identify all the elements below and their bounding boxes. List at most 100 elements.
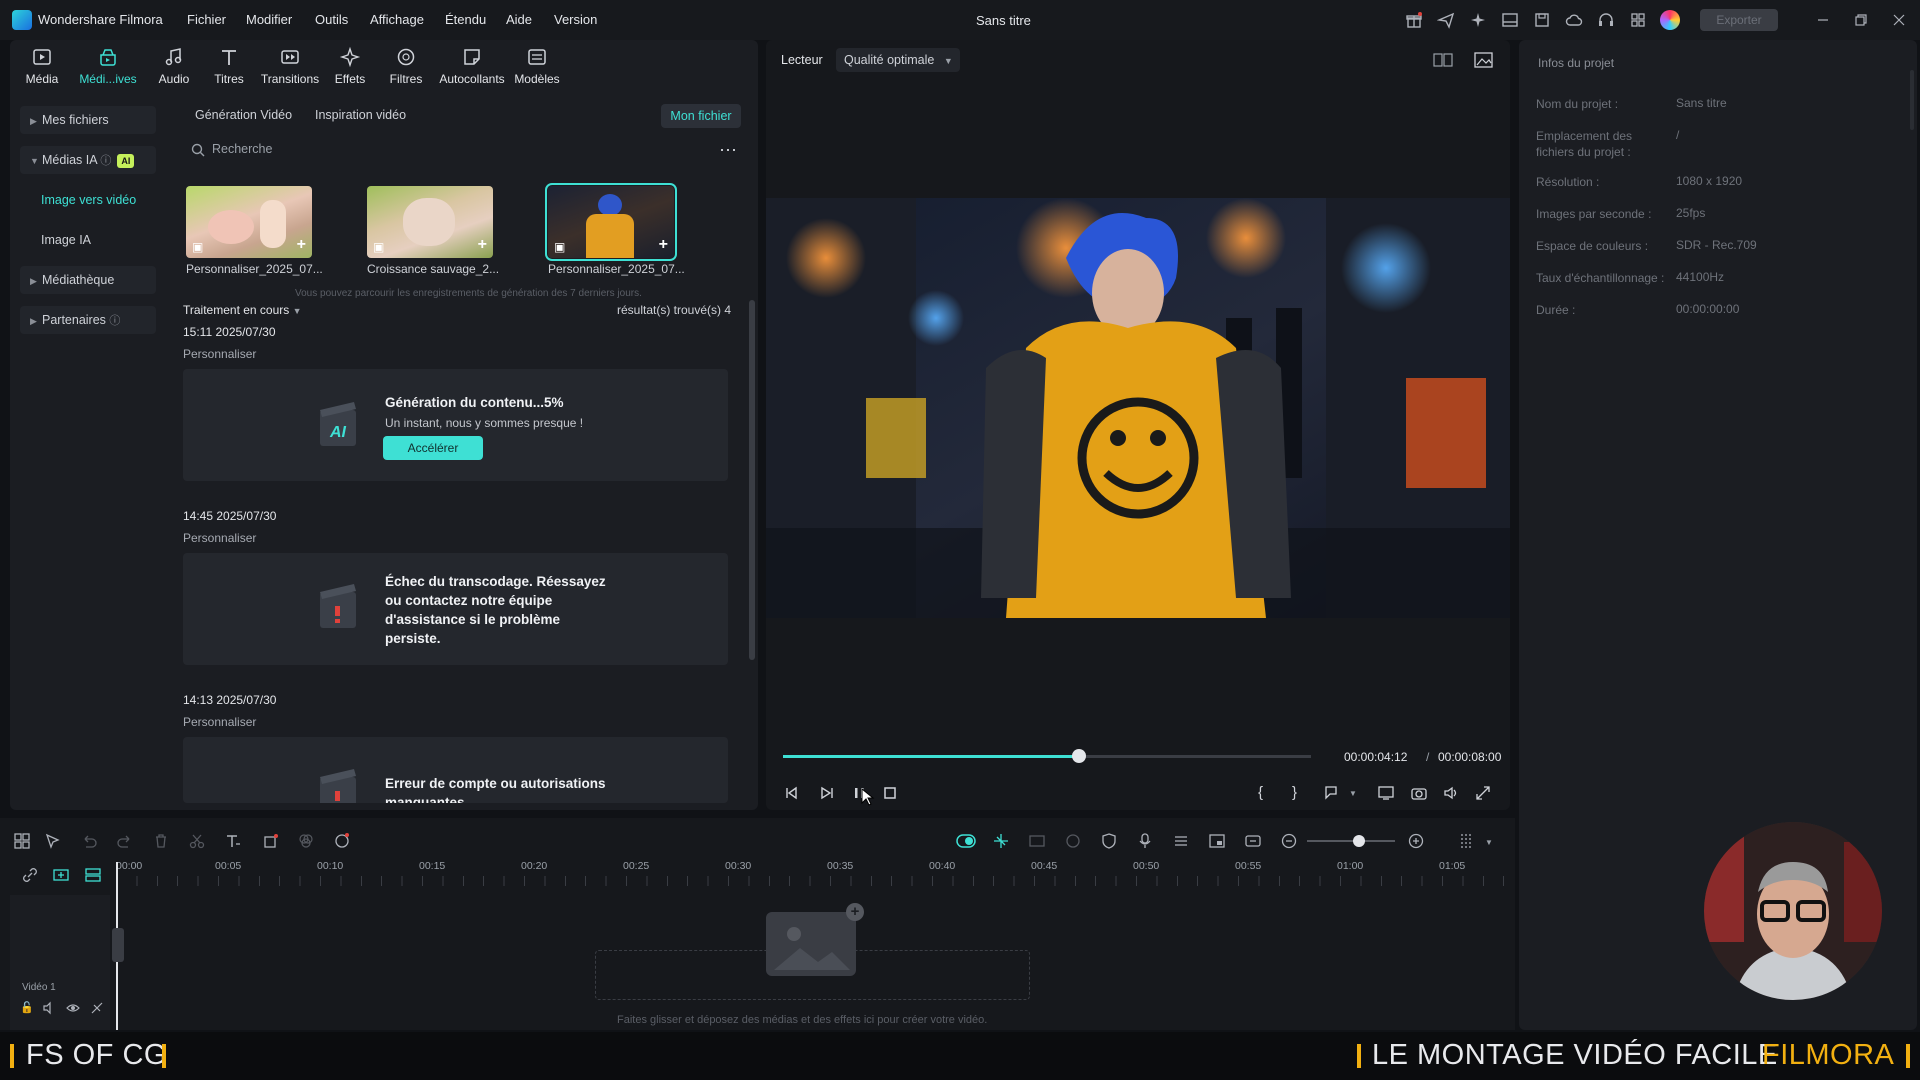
tab-audio[interactable]: Audio [144, 46, 204, 86]
stabilize-icon[interactable] [1064, 832, 1082, 850]
sidebar-item-medias-ia[interactable]: ▼ Médias IA ⓘ AI [20, 146, 156, 174]
chevron-down-icon[interactable]: ▼ [1349, 789, 1357, 798]
menu-fichier[interactable]: Fichier [187, 12, 226, 27]
snapshot-icon[interactable] [1410, 784, 1428, 802]
tab-inspiration-video[interactable]: Inspiration vidéo [315, 108, 406, 122]
fit-icon[interactable] [1244, 832, 1262, 850]
mark-in-icon[interactable]: { [1258, 784, 1276, 802]
tab-generation-video[interactable]: Génération Vidéo [195, 108, 292, 122]
grid-view-icon[interactable] [1433, 51, 1453, 69]
tab-filters[interactable]: Filtres [376, 46, 436, 86]
thumbnail-personnaliser-2[interactable]: ▣ + [545, 183, 677, 261]
shield-icon[interactable] [1100, 832, 1118, 850]
menu-version[interactable]: Version [554, 12, 597, 27]
save-icon[interactable] [1533, 11, 1551, 29]
mute-icon[interactable] [42, 1001, 56, 1015]
tab-effects[interactable]: Effets [320, 46, 380, 86]
avatar[interactable] [1660, 10, 1680, 30]
more-options-icon[interactable]: ⋯ [719, 140, 738, 161]
restore-icon[interactable] [1852, 11, 1870, 29]
tab-ai-media[interactable]: Médi...ives [78, 46, 138, 86]
thumbnail-croissance-sauvage[interactable]: ▣ + [367, 186, 493, 258]
previous-frame-icon[interactable] [783, 784, 801, 802]
send-icon[interactable] [1437, 11, 1455, 29]
cloud-icon[interactable] [1565, 11, 1583, 29]
volume-icon[interactable] [1442, 784, 1460, 802]
thumbnail-personnaliser-1[interactable]: ▣ + [186, 186, 312, 258]
redo-icon[interactable] [116, 832, 134, 850]
auto-highlight-icon[interactable] [956, 832, 976, 850]
sidebar-item-image-vers-video[interactable]: Image vers vidéo [41, 193, 136, 207]
layout-grid-icon[interactable] [13, 832, 31, 850]
lock-icon[interactable]: 🔓 [20, 1001, 34, 1014]
eye-icon[interactable] [66, 1001, 80, 1015]
menu-etendu[interactable]: Étendu [445, 12, 486, 27]
help-icon[interactable]: ⓘ [109, 315, 120, 327]
close-icon[interactable] [1890, 11, 1908, 29]
tab-stickers[interactable]: Autocollants [432, 46, 512, 86]
accelerate-button[interactable]: Accélérer [383, 436, 483, 460]
select-tool-icon[interactable] [44, 832, 62, 850]
scrollbar[interactable] [749, 300, 755, 660]
add-icon[interactable]: + [659, 236, 668, 254]
apps-grid-icon[interactable] [1629, 11, 1647, 29]
add-icon[interactable]: + [478, 236, 487, 254]
menu-aide[interactable]: Aide [506, 12, 532, 27]
mon-fichier-button[interactable]: Mon fichier [661, 104, 741, 128]
color-icon[interactable] [297, 832, 315, 850]
sidebar-item-mes-fichiers[interactable]: ▶ Mes fichiers [20, 106, 156, 134]
ai-tool-icon[interactable] [333, 832, 351, 850]
sidebar-item-image-ia[interactable]: Image IA [41, 233, 91, 247]
tab-titles[interactable]: Titres [199, 46, 259, 86]
pip-icon[interactable] [1208, 832, 1226, 850]
zoom-slider[interactable] [1307, 840, 1395, 842]
export-button[interactable]: Exporter [1700, 9, 1778, 31]
mark-out-icon[interactable]: } [1292, 784, 1310, 802]
tab-transitions[interactable]: Transitions [260, 46, 320, 86]
crop-icon[interactable] [262, 832, 280, 850]
effects-off-icon[interactable] [90, 1001, 104, 1015]
quality-dropdown[interactable]: Qualité optimale ▼ [836, 48, 960, 72]
search-input[interactable]: Recherche [212, 142, 272, 156]
menu-modifier[interactable]: Modifier [246, 12, 292, 27]
render-icon[interactable] [1028, 832, 1046, 850]
sparkle-icon[interactable] [1469, 11, 1487, 29]
headset-icon[interactable] [1597, 11, 1615, 29]
split-icon[interactable] [188, 832, 206, 850]
track-manager-icon[interactable] [84, 866, 102, 884]
stop-icon[interactable] [881, 784, 899, 802]
microphone-icon[interactable] [1136, 832, 1154, 850]
video-preview[interactable] [766, 198, 1510, 618]
zoom-in-icon[interactable] [1407, 832, 1425, 850]
track-resize-handle[interactable] [112, 928, 124, 962]
add-icon[interactable]: + [297, 236, 306, 254]
menu-affichage[interactable]: Affichage [370, 12, 424, 27]
zoom-slider-handle[interactable] [1353, 835, 1365, 847]
add-track-icon[interactable] [52, 866, 70, 884]
undo-icon[interactable] [80, 832, 98, 850]
audio-mixer-icon[interactable] [1172, 832, 1190, 850]
image-view-icon[interactable] [1474, 51, 1494, 69]
more-tools-icon[interactable] [1458, 832, 1476, 850]
progress-handle[interactable] [1071, 749, 1086, 763]
delete-icon[interactable] [152, 832, 170, 850]
snap-icon[interactable] [992, 832, 1010, 850]
sidebar-item-mediatheque[interactable]: ▶ Médiathèque [20, 266, 156, 294]
scrollbar[interactable] [1910, 70, 1914, 130]
link-icon[interactable] [21, 866, 39, 884]
add-icon[interactable]: + [846, 903, 864, 921]
chevron-down-icon[interactable]: ▼ [1485, 838, 1493, 847]
layout-icon[interactable] [1501, 11, 1519, 29]
help-icon[interactable]: ⓘ [100, 155, 111, 167]
processing-filter[interactable]: Traitement en cours ▼ [183, 303, 302, 317]
gift-icon[interactable] [1405, 11, 1423, 29]
minimize-icon[interactable] [1814, 11, 1832, 29]
tab-media[interactable]: Média [12, 46, 72, 86]
display-icon[interactable] [1377, 784, 1395, 802]
sidebar-item-partenaires[interactable]: ▶ Partenaires ⓘ [20, 306, 156, 334]
play-icon[interactable] [817, 784, 835, 802]
menu-outils[interactable]: Outils [315, 12, 348, 27]
marker-icon[interactable] [1322, 784, 1340, 802]
add-text-icon[interactable] [224, 832, 242, 850]
zoom-out-icon[interactable] [1280, 832, 1298, 850]
